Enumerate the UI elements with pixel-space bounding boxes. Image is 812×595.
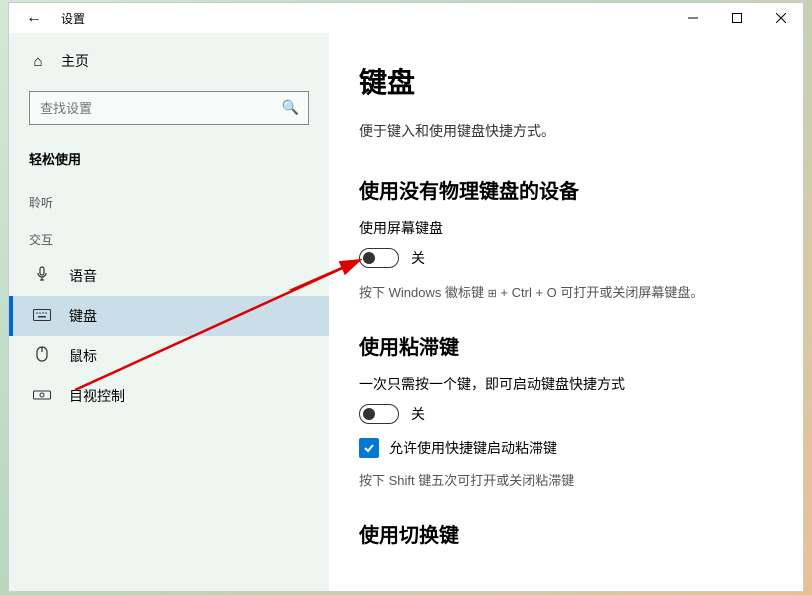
minimize-button[interactable] — [671, 3, 715, 33]
onscreen-keyboard-hint: 按下 Windows 徽标键 ⊞ + Ctrl + O 可打开或关闭屏幕键盘。 — [359, 282, 773, 301]
section-toggle-keys: 使用切换键 — [359, 519, 773, 548]
mic-icon — [33, 266, 51, 286]
sticky-shortcut-checkbox[interactable] — [359, 438, 379, 458]
maximize-icon — [732, 13, 742, 23]
maximize-button[interactable] — [715, 3, 759, 33]
nav-label: 键盘 — [69, 306, 97, 326]
keyboard-icon — [33, 308, 51, 325]
section-onscreen-keyboard: 使用没有物理键盘的设备 — [359, 175, 773, 204]
main-content: 键盘 便于键入和使用键盘快捷方式。 使用没有物理键盘的设备 使用屏幕键盘 关 按… — [329, 33, 803, 591]
close-button[interactable] — [759, 3, 803, 33]
checkbox-label: 允许使用快捷键启动粘滞键 — [389, 438, 557, 458]
search-input[interactable] — [29, 91, 309, 125]
sidebar-item-speech[interactable]: 语音 — [9, 256, 329, 296]
onscreen-keyboard-toggle[interactable] — [359, 248, 399, 268]
sidebar-item-mouse[interactable]: 鼠标 — [9, 336, 329, 376]
toggle-state: 关 — [411, 248, 425, 268]
sticky-keys-toggle[interactable] — [359, 404, 399, 424]
close-icon — [776, 13, 786, 23]
minimize-icon — [688, 13, 698, 23]
eye-icon — [33, 388, 51, 405]
toggle-state: 关 — [411, 404, 425, 424]
group-listening: 聆听 — [9, 182, 329, 219]
nav-label: 语音 — [69, 266, 97, 286]
sticky-keys-label: 一次只需按一个键，即可启动键盘快捷方式 — [359, 374, 773, 394]
page-description: 便于键入和使用键盘快捷方式。 — [359, 121, 773, 141]
sticky-keys-hint: 按下 Shift 键五次可打开或关闭粘滞键 — [359, 470, 773, 489]
onscreen-keyboard-label: 使用屏幕键盘 — [359, 218, 773, 238]
section-sticky-keys: 使用粘滞键 — [359, 331, 773, 360]
home-link[interactable]: ⌂ 主页 — [9, 43, 329, 79]
nav-label: 目视控制 — [69, 386, 125, 406]
sidebar-item-keyboard[interactable]: 键盘 — [9, 296, 329, 336]
home-label: 主页 — [61, 51, 89, 71]
page-title: 键盘 — [359, 61, 773, 101]
home-icon: ⌂ — [29, 53, 47, 70]
sidebar: ⌂ 主页 🔍 轻松使用 聆听 交互 语音 键盘 — [9, 33, 329, 591]
back-button[interactable]: ← — [19, 9, 49, 27]
window-title: 设置 — [61, 10, 85, 27]
windows-logo-icon: ⊞ — [488, 288, 497, 300]
nav-label: 鼠标 — [69, 346, 97, 366]
mouse-icon — [33, 346, 51, 366]
checkmark-icon — [363, 442, 375, 454]
section-heading: 轻松使用 — [9, 143, 329, 182]
sidebar-item-eye-control[interactable]: 目视控制 — [9, 376, 329, 416]
group-interaction: 交互 — [9, 219, 329, 256]
